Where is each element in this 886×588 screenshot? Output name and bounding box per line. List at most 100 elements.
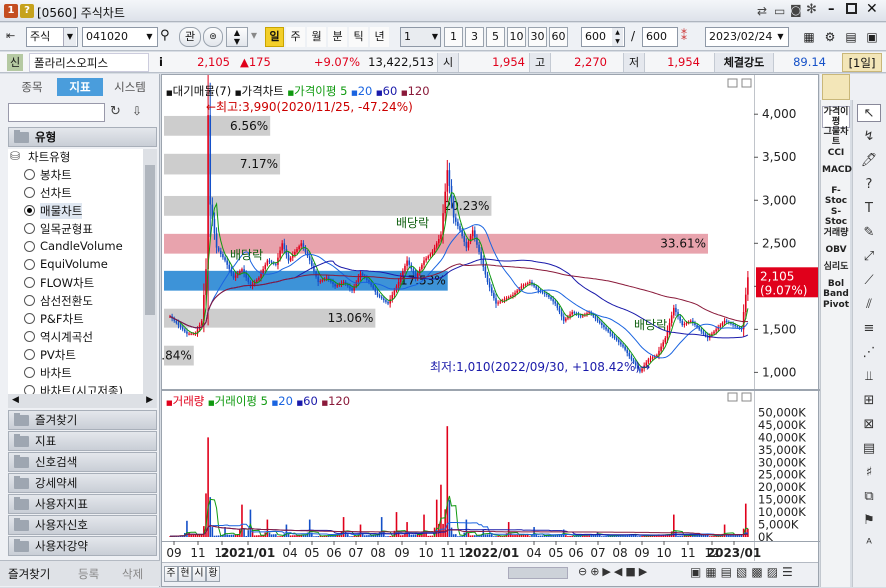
radio-icon[interactable]: [24, 169, 35, 180]
indicator-shortcut[interactable]: MACD: [822, 165, 852, 175]
market-select[interactable]: 주식 ▼: [26, 27, 78, 47]
radio-icon[interactable]: [24, 259, 35, 270]
radio-icon[interactable]: [24, 223, 35, 234]
indicator-shortcut[interactable]: 그물차트: [822, 127, 850, 147]
chart-type-item[interactable]: P&F차트: [24, 311, 84, 327]
minimize-icon[interactable]: –: [828, 2, 835, 17]
indicator-shortcut[interactable]: F-Stoc: [822, 186, 850, 206]
type-header[interactable]: 유형: [8, 127, 157, 147]
stepper-icon[interactable]: ▲ ▼: [226, 27, 248, 47]
chart-settings-icon[interactable]: ▦: [800, 27, 818, 47]
radio-icon[interactable]: [24, 313, 35, 324]
close-icon[interactable]: ✕: [866, 1, 878, 17]
radio-icon[interactable]: [24, 367, 35, 378]
radio-icon[interactable]: [24, 295, 35, 306]
period-tab-0[interactable]: 일: [265, 27, 284, 47]
indicator-shortcut[interactable]: 거래량: [822, 228, 850, 238]
period-badge[interactable]: [1일]: [842, 53, 882, 72]
chart-type-item[interactable]: EquiVolume: [24, 257, 108, 271]
group-2[interactable]: 신호검색: [8, 452, 157, 472]
delete-button[interactable]: 삭제: [122, 566, 143, 582]
drawing-tool-icon[interactable]: ⫫: [857, 368, 881, 386]
group-6[interactable]: 사용자강약: [8, 536, 157, 556]
interval-button-1[interactable]: 1: [444, 27, 463, 47]
scroll-thumb[interactable]: [145, 165, 155, 315]
drawing-tool-icon[interactable]: ⊞: [857, 392, 881, 410]
download-icon[interactable]: ⇩: [132, 104, 142, 118]
register-button[interactable]: 등록: [78, 566, 99, 582]
memo-icon[interactable]: ▭: [774, 4, 785, 18]
refresh-icon[interactable]: ↻: [110, 104, 121, 119]
window-number-icon[interactable]: 1: [4, 4, 18, 18]
drawing-tool-icon[interactable]: ▤: [857, 440, 881, 458]
radio-icon[interactable]: [24, 205, 35, 216]
interval-button-5[interactable]: 5: [486, 27, 505, 47]
chart-type-item[interactable]: 매물차트: [24, 203, 83, 219]
radio-icon[interactable]: [24, 331, 35, 342]
group-4[interactable]: 사용자지표: [8, 494, 157, 514]
date-input[interactable]: 2023/02/24 ▼: [705, 27, 789, 47]
drawing-tool-icon[interactable]: ✎: [857, 224, 881, 242]
drawing-tool-icon[interactable]: ⋰: [857, 344, 881, 362]
stock-search-button[interactable]: 관: [179, 27, 201, 47]
count-total[interactable]: 600: [642, 27, 678, 47]
indicator-shortcut[interactable]: 심리도: [822, 262, 850, 272]
maximize-icon[interactable]: [846, 3, 857, 14]
period-tab-4[interactable]: 틱: [349, 27, 368, 47]
indicator-shortcut[interactable]: Pivot: [822, 300, 850, 310]
tree-scrollbar[interactable]: [143, 149, 157, 394]
info-icon[interactable]: i: [153, 53, 169, 72]
drawing-tool-icon[interactable]: ⟋: [857, 272, 881, 290]
tab-system[interactable]: 시스템: [104, 78, 156, 96]
config-icon[interactable]: ⚙: [821, 27, 839, 47]
chart-tool-icons[interactable]: ▣▦▤▧▩▨☰: [690, 565, 797, 579]
chart-type-item[interactable]: 선차트: [24, 185, 72, 201]
drawing-tool-icon[interactable]: ↖: [857, 104, 881, 122]
period-tab-3[interactable]: 분: [328, 27, 347, 47]
chart-type-item[interactable]: 역시계곡선: [24, 329, 93, 345]
interval-select[interactable]: 1 ▼: [400, 27, 441, 47]
interval-button-60[interactable]: 60: [549, 27, 568, 47]
link-icon[interactable]: ⇄: [757, 4, 767, 18]
indicator-shortcut[interactable]: Bol Band: [822, 279, 850, 299]
indicator-shortcut[interactable]: OBV: [822, 245, 850, 255]
drawing-tool-icon[interactable]: ⚑: [857, 512, 881, 530]
group-1[interactable]: 지표: [8, 431, 157, 451]
drawing-tool-icon[interactable]: ?: [857, 176, 881, 194]
period-tab-1[interactable]: 주: [286, 27, 305, 47]
interval-button-10[interactable]: 10: [507, 27, 526, 47]
chart-nav-icons[interactable]: ⊖⊕▶◀■▶: [578, 565, 650, 578]
bottom-tab-1[interactable]: 현: [178, 566, 192, 582]
period-tab-2[interactable]: 월: [307, 27, 326, 47]
scroll-track[interactable]: [508, 567, 568, 579]
code-input[interactable]: 041020 ▼: [82, 27, 158, 47]
table-icon[interactable]: ▤: [842, 27, 860, 47]
drawing-tool-icon[interactable]: ≡: [857, 320, 881, 338]
group-5[interactable]: 사용자신호: [8, 515, 157, 535]
chart-type-item[interactable]: 일목균형표: [24, 221, 93, 237]
search-icon[interactable]: ⚲: [160, 28, 170, 43]
tab-stocks[interactable]: 종목: [8, 78, 56, 96]
indicator-shortcut[interactable]: 가격이평: [822, 106, 850, 128]
group-0[interactable]: 즐겨찾기: [8, 410, 157, 430]
drawing-tool-icon[interactable]: ⤢: [857, 248, 881, 266]
bottom-tab-2[interactable]: 시: [192, 566, 206, 582]
tree-hscrollbar[interactable]: ◀ ▶: [8, 394, 157, 408]
indicator-shortcut[interactable]: S-Stoc: [822, 207, 850, 227]
drawing-tool-icon[interactable]: ⫽: [857, 296, 881, 314]
chart-type-item[interactable]: PV차트: [24, 347, 76, 363]
chart-type-item[interactable]: 봉차트: [24, 167, 72, 183]
indicator-search-input[interactable]: [8, 103, 105, 122]
dropdown-icon[interactable]: ▾: [251, 28, 257, 42]
export-icon[interactable]: ▣: [863, 27, 881, 47]
chart-type-item[interactable]: CandleVolume: [24, 239, 123, 253]
count-input[interactable]: 600 ▲ ▼: [581, 27, 625, 47]
drawing-tool-icon[interactable]: 🖊: [857, 152, 881, 170]
drawing-tool-icon[interactable]: T: [857, 200, 881, 218]
drawing-tool-icon[interactable]: ♯: [857, 464, 881, 482]
zoom-reset-icon[interactable]: ⁑: [681, 29, 687, 43]
group-3[interactable]: 강세약세: [8, 473, 157, 493]
gear-icon[interactable]: ✻: [806, 2, 817, 17]
drawing-tool-icon[interactable]: ↯: [857, 128, 881, 146]
period-tab-5[interactable]: 년: [370, 27, 389, 47]
